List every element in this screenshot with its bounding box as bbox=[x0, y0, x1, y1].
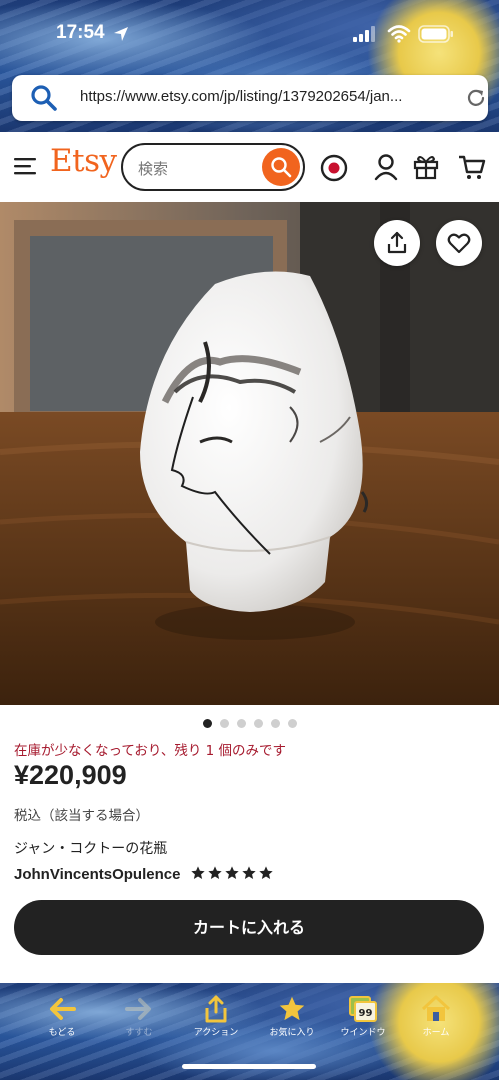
home-button[interactable]: ホーム bbox=[401, 995, 471, 1038]
home-icon bbox=[421, 995, 451, 1021]
action-label: アクション bbox=[193, 1028, 239, 1038]
rating-stars[interactable] bbox=[190, 865, 275, 885]
back-label: もどる bbox=[48, 1028, 76, 1038]
home-indicator bbox=[182, 1064, 316, 1069]
stock-warning: 在庫が少なくなっており、残り 1 個のみです bbox=[14, 743, 287, 759]
star-icon bbox=[258, 865, 273, 879]
pagination-dot[interactable] bbox=[287, 719, 297, 728]
user-account-icon[interactable] bbox=[374, 153, 398, 181]
pagination-dot[interactable] bbox=[236, 719, 246, 728]
pagination-dot[interactable] bbox=[202, 719, 212, 728]
status-time: 17:54 bbox=[56, 22, 105, 43]
search-icon bbox=[31, 85, 57, 111]
pagination-dot[interactable] bbox=[253, 719, 263, 728]
search-button[interactable] bbox=[262, 148, 300, 186]
tabs-icon: 99 bbox=[349, 996, 377, 1022]
hamburger-menu-icon[interactable] bbox=[14, 156, 38, 176]
url-text[interactable]: https://www.etsy.com/jp/listing/13792026… bbox=[80, 88, 450, 105]
star-icon bbox=[279, 996, 305, 1021]
star-icon bbox=[190, 865, 205, 879]
back-button[interactable]: もどる bbox=[27, 995, 97, 1038]
search-placeholder: 検索 bbox=[138, 160, 169, 178]
shop-name-link[interactable]: JohnVincentsOpulence bbox=[14, 866, 180, 883]
wifi-icon bbox=[387, 25, 411, 43]
product-photo[interactable] bbox=[0, 202, 499, 705]
tabs-label: ウインドウ bbox=[340, 1028, 386, 1038]
shop-row: JohnVincentsOpulence bbox=[14, 864, 275, 886]
tabs-button[interactable]: 99 ウインドウ bbox=[328, 995, 398, 1038]
star-icon bbox=[224, 865, 239, 879]
image-pagination[interactable] bbox=[0, 713, 499, 728]
record-icon[interactable] bbox=[320, 154, 348, 182]
etsy-logo[interactable]: Etsy bbox=[50, 143, 117, 179]
status-bar: 17:54 bbox=[0, 20, 499, 50]
share-icon bbox=[387, 231, 407, 254]
location-arrow-icon bbox=[114, 27, 128, 41]
forward-arrow-icon bbox=[125, 998, 151, 1020]
forward-button[interactable]: すすむ bbox=[104, 995, 174, 1038]
tabs-count: 99 bbox=[359, 1008, 373, 1019]
address-bar[interactable]: https://www.etsy.com/jp/listing/13792026… bbox=[12, 75, 488, 121]
vase-photo-image bbox=[0, 202, 499, 705]
favorites-button[interactable]: お気に入り bbox=[257, 995, 327, 1038]
pagination-dot[interactable] bbox=[270, 719, 280, 728]
reload-icon[interactable] bbox=[465, 87, 487, 109]
home-label: ホーム bbox=[422, 1028, 450, 1038]
product-price: ¥220,909 bbox=[14, 760, 127, 790]
battery-icon bbox=[418, 25, 453, 43]
product-title: ジャン・コクトーの花瓶 bbox=[14, 841, 168, 857]
share-button[interactable] bbox=[374, 220, 420, 266]
action-button[interactable]: アクション bbox=[181, 995, 251, 1038]
favorites-label: お気に入り bbox=[269, 1028, 315, 1038]
site-search-input[interactable]: 検索 bbox=[121, 143, 305, 191]
add-to-cart-button[interactable]: カートに入れる bbox=[14, 900, 484, 955]
site-header: Etsy 検索 bbox=[0, 132, 499, 202]
gift-icon[interactable] bbox=[413, 152, 439, 180]
heart-icon bbox=[447, 233, 471, 254]
back-arrow-icon bbox=[50, 998, 76, 1020]
star-icon bbox=[207, 865, 222, 879]
tax-note: 税込（該当する場合） bbox=[14, 808, 149, 824]
star-icon bbox=[241, 865, 256, 879]
cart-icon[interactable] bbox=[458, 153, 486, 181]
pagination-dot[interactable] bbox=[219, 719, 229, 728]
browser-chrome-top: 17:54 https://www.etsy.com/jp/listing/13… bbox=[0, 0, 499, 132]
forward-label: すすむ bbox=[125, 1028, 153, 1038]
search-icon bbox=[271, 157, 292, 178]
cellular-signal-icon bbox=[353, 26, 375, 42]
share-action-icon bbox=[205, 995, 227, 1023]
favorite-button[interactable] bbox=[436, 220, 482, 266]
